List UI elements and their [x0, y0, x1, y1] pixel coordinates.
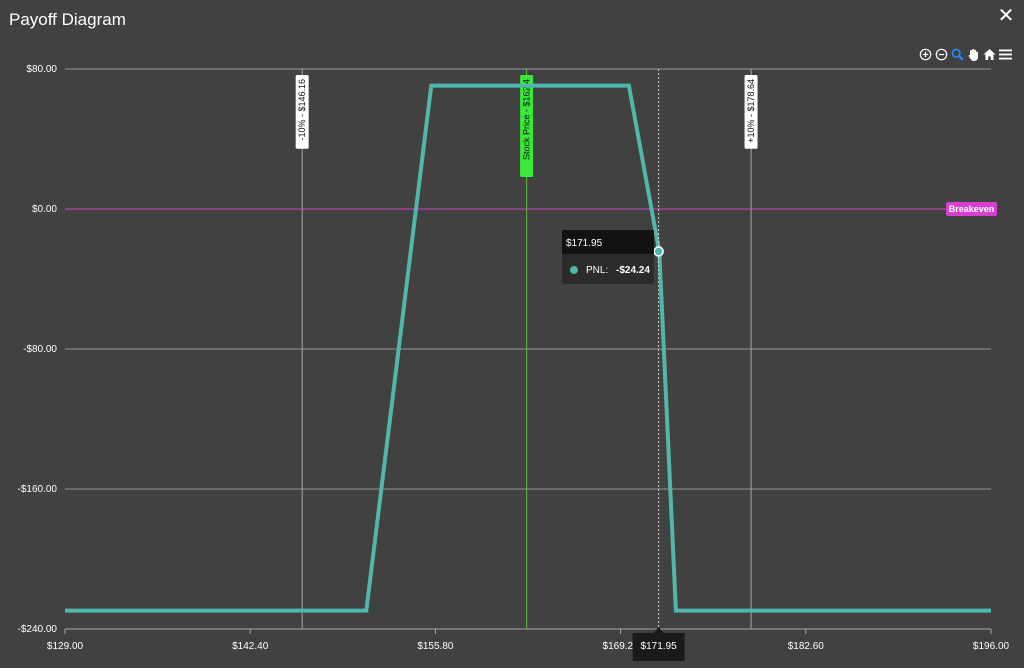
- zoom-select-icon[interactable]: [951, 47, 964, 62]
- payoff-chart: $80.00 $0.00 -$80.00 -$160.00 -$240.00 $129.0…: [18, 64, 1010, 661]
- crosshair-x-label-arrow: [653, 627, 664, 633]
- modal-title: Payoff Diagram: [9, 10, 126, 29]
- range-label: +10% - $178.64: [744, 75, 758, 149]
- y-tick-label: -$160.00: [18, 484, 58, 495]
- breakeven-label: Breakeven: [949, 204, 995, 214]
- label-text: -10% - $146.16: [297, 79, 307, 141]
- reset-home-icon[interactable]: [983, 47, 996, 62]
- payoff-modal: $80.00 $0.00 -$80.00 -$160.00 -$240.00 $129.0…: [0, 0, 1024, 668]
- zoom-out-icon[interactable]: [935, 47, 948, 62]
- y-tick-label: $80.00: [26, 64, 57, 75]
- pan-hand-icon[interactable]: [967, 47, 980, 62]
- stock-price-label: Stock Price - $162.4: [520, 75, 534, 177]
- x-tick-label: $196.00: [973, 641, 1010, 652]
- x-tick-label: $129.00: [47, 641, 84, 652]
- chart-toolbar: [919, 47, 1012, 62]
- x-tick-label: $182.60: [788, 641, 825, 652]
- tooltip-title: $171.95: [566, 238, 603, 249]
- zoom-in-icon[interactable]: [919, 47, 932, 62]
- tooltip-series-marker: [570, 266, 578, 274]
- x-tick-label: $155.80: [417, 641, 454, 652]
- tooltip-series-name: PNL:: [586, 265, 608, 276]
- y-tick-label: -$240.00: [18, 624, 58, 635]
- range-label: -10% - $146.16: [295, 75, 309, 149]
- x-tick-label: $142.40: [232, 641, 269, 652]
- close-button[interactable]: ✕: [996, 6, 1016, 26]
- menu-icon[interactable]: [999, 47, 1012, 62]
- label-text: Stock Price - $162.4: [522, 79, 532, 160]
- hover-marker: [653, 246, 664, 257]
- tooltip-value: -$24.24: [616, 265, 650, 276]
- y-tick-label: $0.00: [32, 204, 57, 215]
- crosshair-x-label: $171.95: [641, 641, 678, 652]
- label-text: +10% - $178.64: [746, 79, 756, 143]
- y-tick-label: -$80.00: [23, 344, 57, 355]
